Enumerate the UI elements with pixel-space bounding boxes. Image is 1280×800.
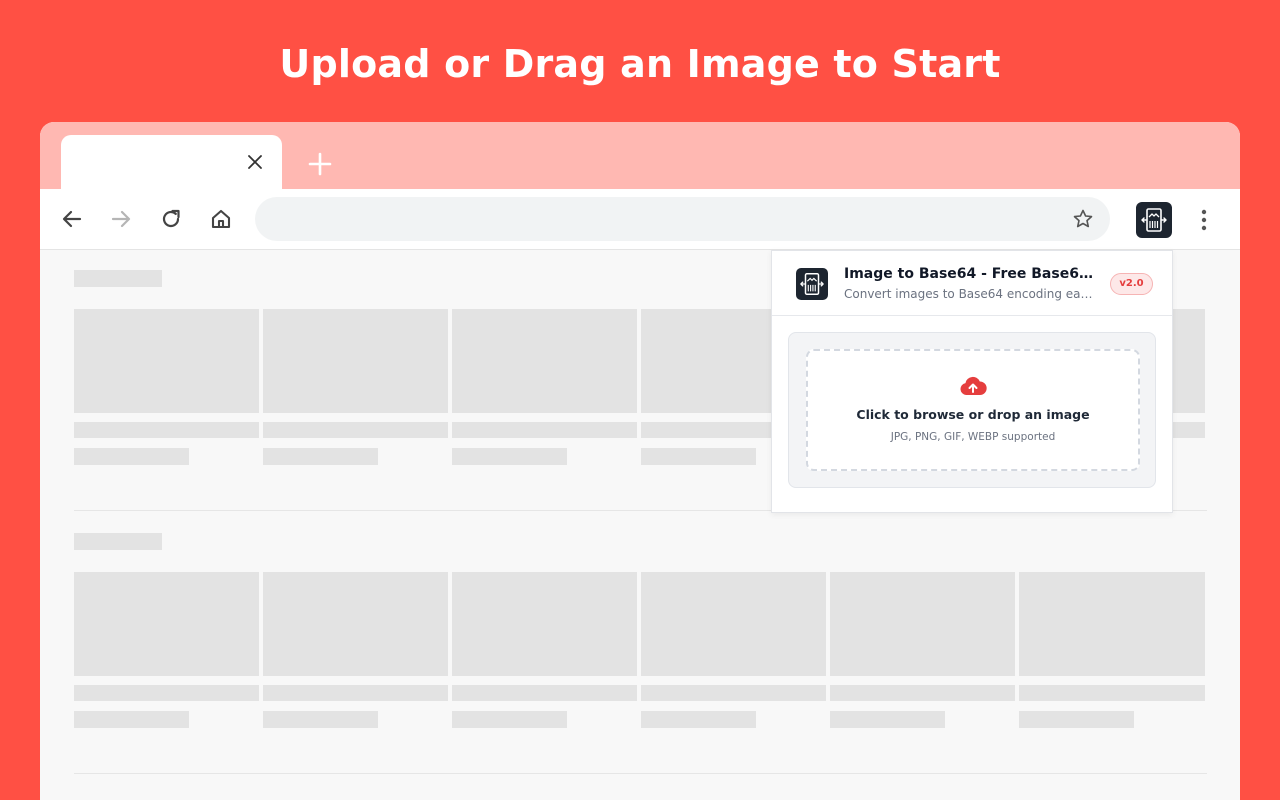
image-dropzone[interactable]: Click to browse or drop an image JPG, PN… xyxy=(806,349,1140,471)
skeleton-line-short xyxy=(641,448,756,465)
skeleton-line-short xyxy=(1019,711,1134,728)
skeleton-line-short xyxy=(74,711,189,728)
skeleton-heading xyxy=(74,533,162,550)
star-icon[interactable] xyxy=(1072,208,1094,230)
skeleton-card xyxy=(74,309,259,413)
skeleton-line xyxy=(452,685,637,701)
skeleton-card xyxy=(641,572,826,676)
reload-icon[interactable] xyxy=(158,206,184,232)
skeleton-line-short xyxy=(830,711,945,728)
skeleton-card xyxy=(263,309,448,413)
extension-icon[interactable] xyxy=(1136,202,1172,238)
browser-toolbar xyxy=(40,189,1240,250)
skeleton-line xyxy=(263,685,448,701)
skeleton-line-short xyxy=(452,711,567,728)
close-icon[interactable] xyxy=(245,152,265,172)
skeleton-line-short xyxy=(74,448,189,465)
back-arrow-icon[interactable] xyxy=(59,206,85,232)
skeleton-line xyxy=(1019,685,1205,701)
skeleton-line-short xyxy=(641,711,756,728)
browser-tab[interactable] xyxy=(61,135,282,189)
section-divider xyxy=(74,773,1207,774)
extension-popup: Image to Base64 - Free Base64 Encoder Co… xyxy=(771,250,1173,513)
dropzone-title: Click to browse or drop an image xyxy=(856,407,1090,422)
skeleton-line-short xyxy=(263,448,378,465)
skeleton-line xyxy=(74,422,259,438)
popup-header: Image to Base64 - Free Base64 Encoder Co… xyxy=(772,251,1172,316)
skeleton-line xyxy=(452,422,637,438)
skeleton-card xyxy=(74,572,259,676)
popup-title: Image to Base64 - Free Base64 Encoder xyxy=(844,266,1094,282)
cloud-upload-icon xyxy=(959,375,987,397)
forward-arrow-icon[interactable] xyxy=(108,206,134,232)
skeleton-line xyxy=(830,685,1015,701)
skeleton-heading xyxy=(74,270,162,287)
skeleton-line-short xyxy=(452,448,567,465)
tab-strip xyxy=(40,122,1240,189)
address-bar[interactable] xyxy=(255,197,1110,241)
kebab-menu-icon[interactable] xyxy=(1194,207,1214,233)
browser-window: Image to Base64 - Free Base64 Encoder Co… xyxy=(40,122,1240,800)
extension-logo-icon xyxy=(796,268,828,300)
home-icon[interactable] xyxy=(208,206,234,232)
dropzone-formats: JPG, PNG, GIF, WEBP supported xyxy=(890,431,1056,443)
upload-panel: Click to browse or drop an image JPG, PN… xyxy=(788,332,1156,488)
skeleton-card xyxy=(830,572,1015,676)
skeleton-card xyxy=(452,572,637,676)
skeleton-card xyxy=(452,309,637,413)
skeleton-line-short xyxy=(263,711,378,728)
skeleton-card xyxy=(1019,572,1205,676)
skeleton-card xyxy=(263,572,448,676)
version-badge: v2.0 xyxy=(1110,273,1153,295)
skeleton-line xyxy=(263,422,448,438)
plus-icon[interactable] xyxy=(306,150,334,178)
popup-subtitle: Convert images to Base64 encoding easily xyxy=(844,287,1094,301)
page-headline: Upload or Drag an Image to Start xyxy=(279,42,1001,86)
skeleton-line xyxy=(641,685,826,701)
skeleton-line xyxy=(74,685,259,701)
